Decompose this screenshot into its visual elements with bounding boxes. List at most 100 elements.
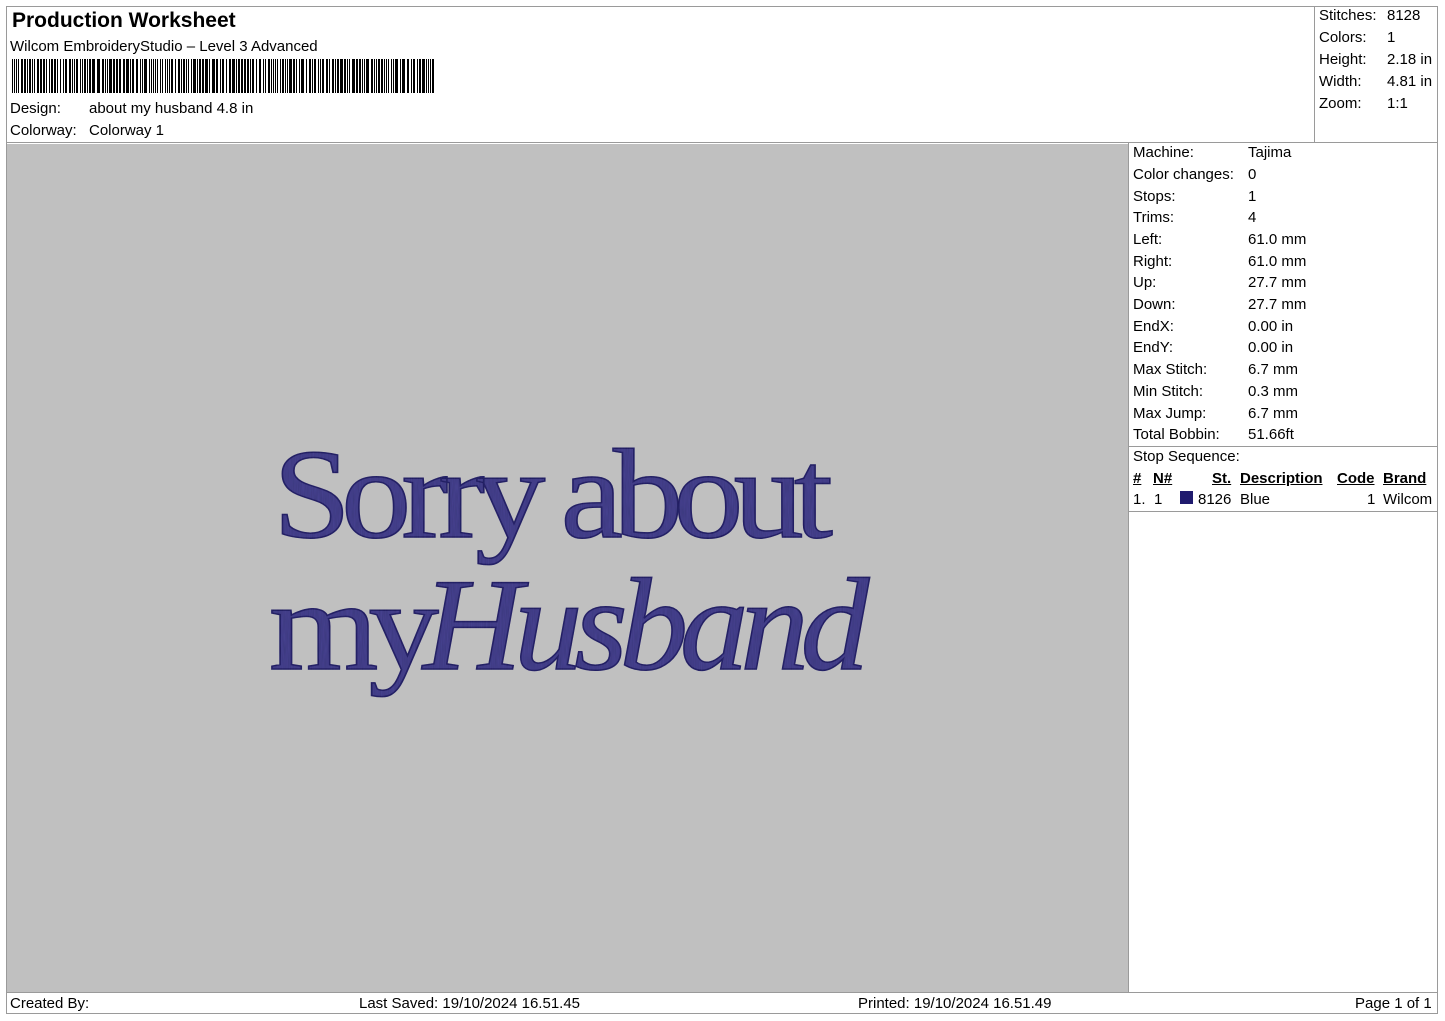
barcode-bar (413, 59, 415, 93)
column-header-description: Description (1240, 470, 1323, 487)
barcode-bar (132, 59, 134, 93)
barcode-bar (280, 59, 281, 93)
barcode-bar (74, 59, 75, 93)
software-name: Wilcom EmbroideryStudio – Level 3 Advanc… (10, 38, 318, 55)
height-value: 2.18 in (1387, 51, 1433, 68)
color-changes-label: Color changes: (1133, 166, 1234, 183)
header-divider (6, 142, 1438, 143)
trims-value: 4 (1248, 209, 1257, 226)
column-header-needle: N# (1153, 470, 1173, 487)
barcode-bar (287, 59, 288, 93)
barcode-bar (92, 59, 95, 93)
row-needle: 1 (1154, 491, 1163, 508)
barcode-bar (344, 59, 346, 93)
embroidery-design: Sorry about my Husband (268, 422, 879, 699)
barcode-bar (349, 59, 350, 93)
barcode-bar (84, 59, 86, 93)
barcode-bar (238, 59, 240, 93)
barcode-bar (37, 59, 39, 93)
barcode-bar (113, 59, 115, 93)
barcode-bar (265, 59, 266, 93)
sequence-divider (1128, 511, 1438, 512)
barcode-bar (119, 59, 121, 93)
barcode-bar (171, 59, 173, 93)
barcode-bar (212, 59, 215, 93)
column-header-number: # (1133, 470, 1142, 487)
barcode-bar (256, 59, 257, 93)
barcode-bar (21, 59, 23, 93)
design-line-2-word-2: Husband (421, 551, 870, 698)
barcode-bar (46, 59, 47, 93)
barcode-bar (193, 59, 196, 93)
barcode-bar (191, 59, 192, 93)
barcode-bar (89, 59, 91, 93)
summary-divider (1314, 6, 1315, 143)
barcode-bar (229, 59, 231, 93)
barcode-bar (285, 59, 286, 93)
endx-value: 0.00 in (1248, 318, 1294, 335)
printed-date: Printed: 19/10/2024 16.51.49 (858, 995, 1052, 1012)
column-header-brand: Brand (1383, 470, 1427, 487)
barcode-bar (40, 59, 42, 93)
barcode-bar (222, 59, 224, 93)
left-label: Left: (1133, 231, 1163, 248)
barcode-bar (153, 59, 154, 93)
page-number: Page 1 of 1 (1355, 995, 1432, 1012)
barcode-bar (318, 59, 319, 93)
barcode-bar (411, 59, 412, 93)
height-label: Height: (1319, 51, 1367, 68)
zoom-label: Zoom: (1319, 95, 1362, 112)
endx-label: EndX: (1133, 318, 1174, 335)
created-by: Created By: (10, 995, 90, 1012)
barcode-bar (167, 59, 168, 93)
machine-label: Machine: (1133, 144, 1194, 161)
barcode-bar (175, 59, 176, 93)
min-stitch-label: Min Stitch: (1133, 383, 1204, 400)
barcode-bar (419, 59, 421, 93)
barcode-bar (188, 59, 189, 93)
barcode-bar (391, 59, 392, 93)
barcode-bar (142, 59, 143, 93)
barcode-bar (252, 59, 254, 93)
barcode-bar (49, 59, 50, 93)
left-value: 61.0 mm (1248, 231, 1307, 248)
stitches-value: 8128 (1387, 7, 1421, 24)
barcode-bar (226, 59, 227, 93)
trims-label: Trims: (1133, 209, 1175, 226)
barcode-bar (381, 59, 383, 93)
barcode-bar (407, 59, 409, 93)
row-description: Blue (1240, 491, 1271, 508)
barcode-bar (16, 59, 17, 93)
barcode-bar (376, 59, 377, 93)
barcode-bar (43, 59, 45, 93)
design-preview: Sorry about my Husband (7, 144, 1128, 992)
details-divider (1128, 446, 1438, 447)
zoom-value: 1:1 (1387, 95, 1408, 112)
colorway-label: Colorway: (10, 122, 77, 139)
barcode-bar (216, 59, 218, 93)
barcode-bar (366, 59, 369, 93)
page-title: Production Worksheet (12, 9, 236, 32)
barcode-bar (247, 59, 249, 93)
barcode-bar (136, 59, 138, 93)
barcode-bar (422, 59, 425, 93)
total-bobbin-label: Total Bobbin: (1133, 426, 1220, 443)
barcode-bar (402, 59, 405, 93)
design-line-2-word-1: my (269, 555, 439, 697)
barcode-bar (250, 59, 251, 93)
barcode-bar (241, 59, 243, 93)
barcode-bar (97, 59, 100, 93)
barcode-bar (34, 59, 35, 93)
barcode-bar (282, 59, 284, 93)
barcode-bar (329, 59, 330, 93)
width-value: 4.81 in (1387, 73, 1433, 90)
barcode-bar (277, 59, 278, 93)
barcode-bar (428, 59, 429, 93)
barcode-bar (27, 59, 28, 93)
barcode-bar (259, 59, 261, 93)
barcode-bar (102, 59, 104, 93)
color-swatch (1180, 491, 1193, 504)
barcode-bar (165, 59, 166, 93)
barcode-bar (275, 59, 276, 93)
barcode-bar (105, 59, 106, 93)
